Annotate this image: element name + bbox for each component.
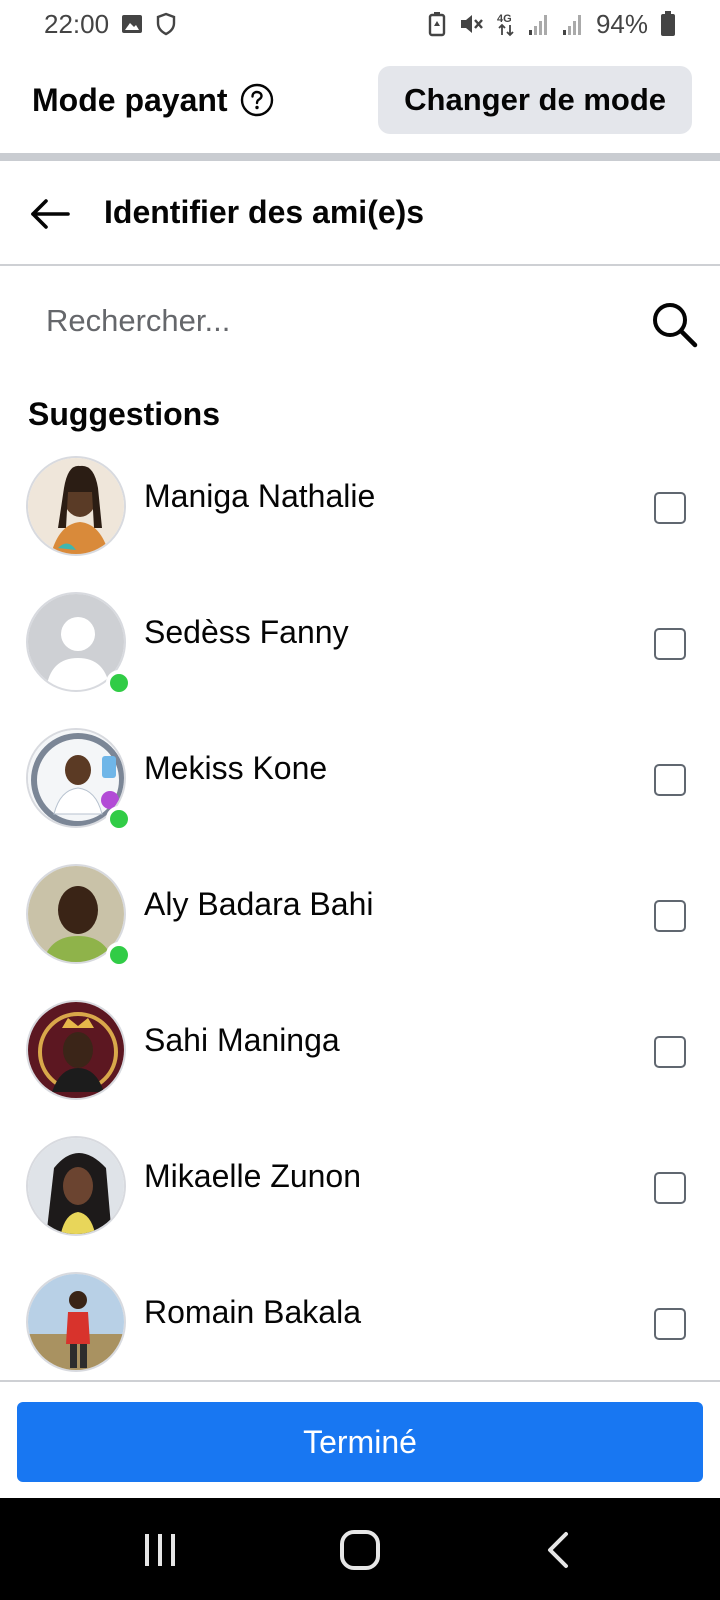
avatar <box>26 1000 126 1100</box>
friend-name: Mikaelle Zunon <box>144 1158 361 1194</box>
home-icon[interactable] <box>336 1526 384 1574</box>
friend-name: Sedèss Fanny <box>144 614 349 650</box>
battery-percent: 94% <box>595 8 648 39</box>
footer: Terminé <box>0 1380 720 1498</box>
suggestions-heading: Suggestions <box>28 396 221 432</box>
change-mode-button[interactable]: Changer de mode <box>378 66 692 134</box>
signal-icon <box>562 12 584 36</box>
online-indicator <box>106 670 132 696</box>
friend-name: Romain Bakala <box>144 1294 361 1330</box>
list-item[interactable]: Romain Bakala <box>0 1264 720 1380</box>
select-checkbox[interactable] <box>654 628 686 660</box>
done-button[interactable]: Terminé <box>17 1402 703 1482</box>
mute-icon <box>458 11 484 37</box>
android-nav-bar <box>0 1498 720 1600</box>
avatar-wrap <box>26 1000 126 1100</box>
battery-icon <box>660 11 676 37</box>
avatar <box>26 1272 126 1372</box>
status-left: 22:00 <box>44 9 177 40</box>
network-4g-icon: 4G <box>496 11 516 37</box>
list-item[interactable]: Mekiss Kone <box>0 720 720 856</box>
select-checkbox[interactable] <box>654 900 686 932</box>
battery-saver-icon <box>428 11 446 37</box>
friend-name: Maniga Nathalie <box>144 478 376 514</box>
status-right: 4G 94% <box>428 9 676 40</box>
avatar-wrap <box>26 1136 126 1236</box>
shield-icon <box>155 12 177 36</box>
list-item[interactable]: Mikaelle Zunon <box>0 1128 720 1264</box>
select-checkbox[interactable] <box>654 1172 686 1204</box>
recent-apps-icon[interactable] <box>136 1526 184 1574</box>
nav-bar: Identifier des ami(e)s <box>0 162 720 266</box>
select-checkbox[interactable] <box>654 764 686 796</box>
select-checkbox[interactable] <box>654 1036 686 1068</box>
list-item[interactable]: Aly Badara Bahi <box>0 856 720 992</box>
arrow-left-icon[interactable] <box>28 192 72 236</box>
signal-icon <box>528 12 550 36</box>
list-item[interactable]: Sedèss Fanny <box>0 584 720 720</box>
avatar <box>26 1136 126 1236</box>
divider <box>0 153 720 161</box>
select-checkbox[interactable] <box>654 492 686 524</box>
friend-name: Aly Badara Bahi <box>144 886 374 922</box>
list-item[interactable]: Maniga Nathalie <box>0 448 720 584</box>
avatar-wrap <box>26 456 126 556</box>
status-bar: 22:00 4G 94% <box>0 0 720 48</box>
friend-name: Sahi Maninga <box>144 1022 340 1058</box>
avatar-wrap <box>26 1272 126 1372</box>
select-checkbox[interactable] <box>654 1308 686 1340</box>
online-indicator <box>106 942 132 968</box>
question-circle-icon[interactable] <box>240 83 274 117</box>
status-time: 22:00 <box>44 8 110 39</box>
image-icon <box>121 13 143 35</box>
friend-name: Mekiss Kone <box>144 750 328 786</box>
avatar <box>26 456 126 556</box>
online-indicator <box>106 806 132 832</box>
avatar-wrap <box>26 864 132 968</box>
avatar-wrap <box>26 592 132 696</box>
search-bar <box>0 268 720 378</box>
list-item[interactable]: Sahi Maninga <box>0 992 720 1128</box>
page-title: Identifier des ami(e)s <box>104 194 425 230</box>
friend-list: Maniga Nathalie Sedèss Fanny Mekiss Kone <box>0 448 720 1380</box>
svg-text:4G: 4G <box>497 13 512 25</box>
search-icon[interactable] <box>648 298 700 350</box>
avatar-wrap <box>26 728 132 832</box>
search-input[interactable] <box>46 294 606 348</box>
mode-header: Mode payant Changer de mode <box>0 62 720 138</box>
back-nav-icon[interactable] <box>534 1526 582 1574</box>
mode-title: Mode payant <box>32 81 228 118</box>
